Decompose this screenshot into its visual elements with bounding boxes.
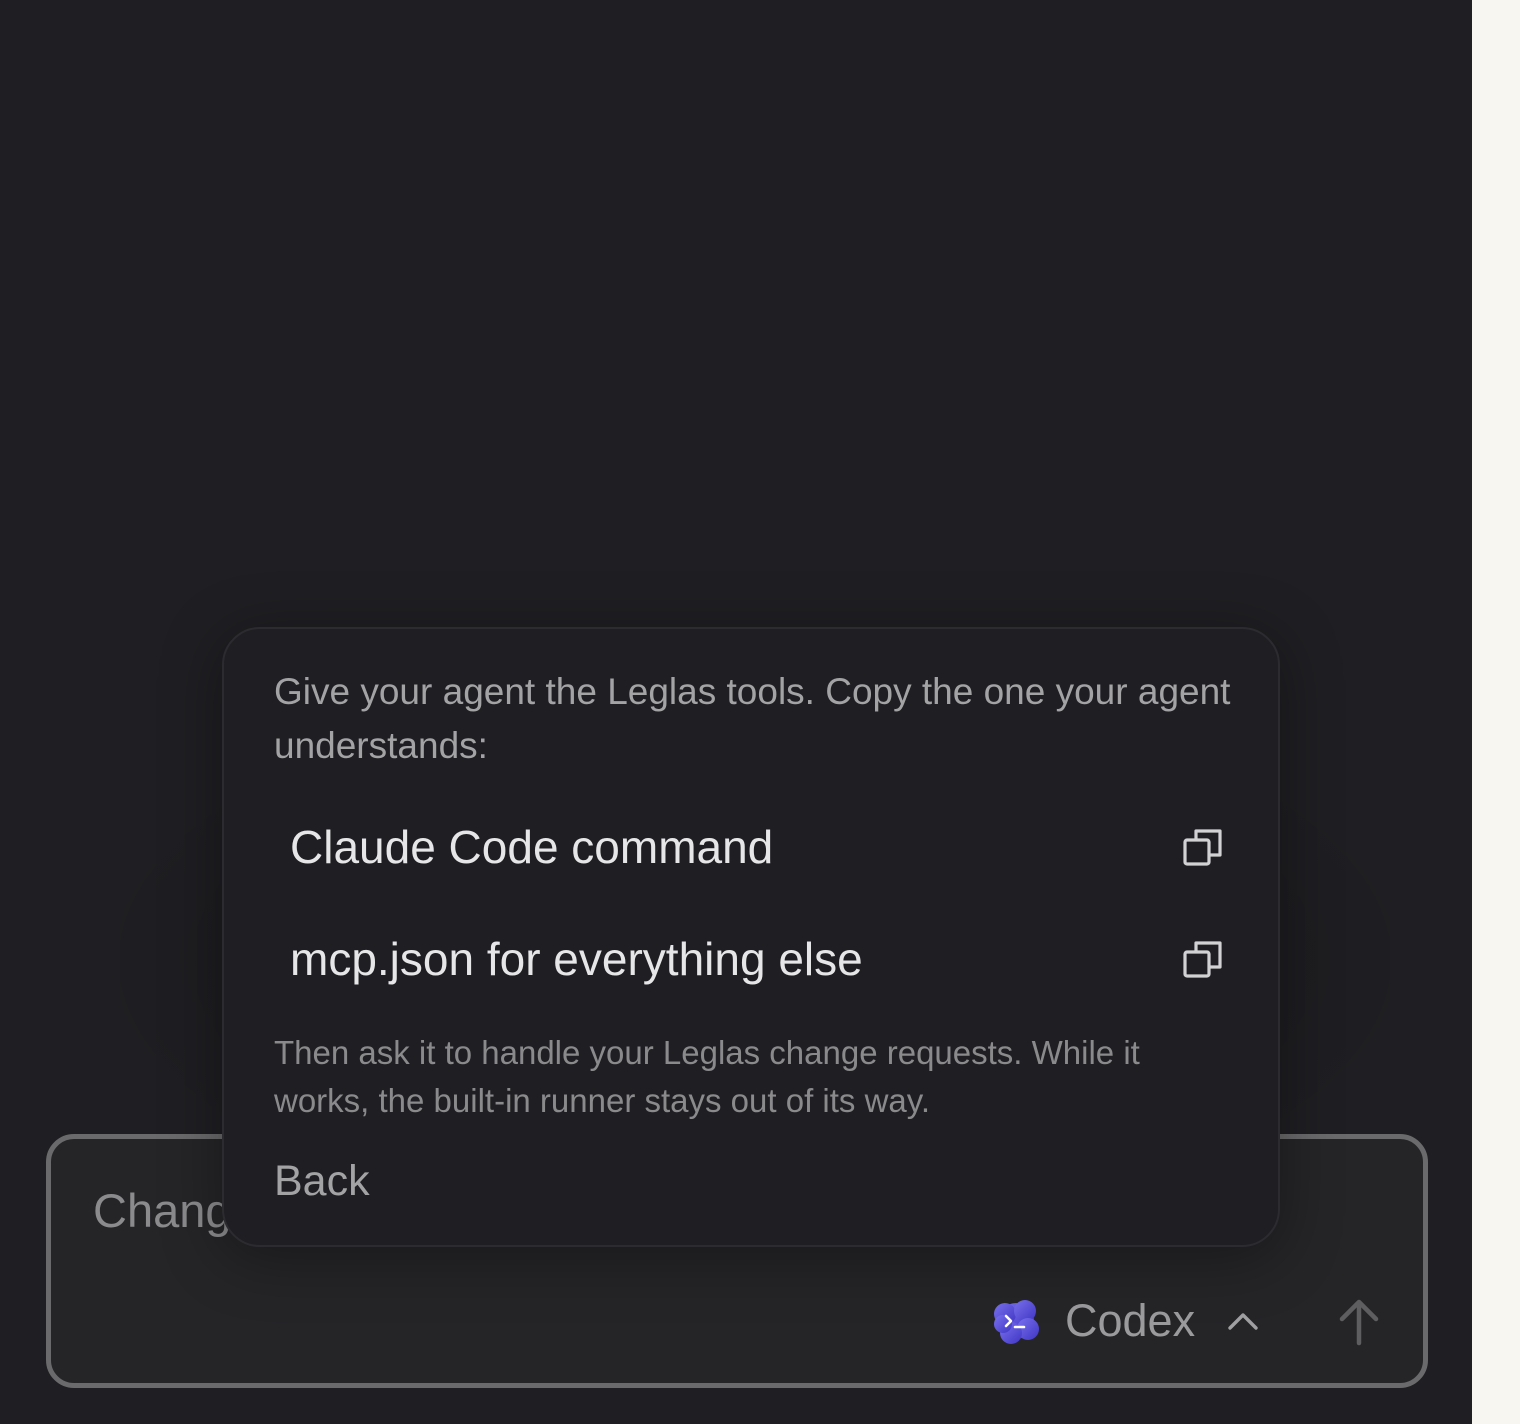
- codex-terminal-icon: [994, 1300, 1039, 1344]
- composer-input[interactable]: Chang: [93, 1183, 232, 1238]
- copy-icon: [1183, 829, 1222, 866]
- agent-selector[interactable]: Codex: [991, 1295, 1261, 1347]
- popover-intro-text: Give your agent the Leglas tools. Copy t…: [274, 671, 1231, 766]
- agent-name: Codex: [1065, 1295, 1196, 1346]
- copy-icon: [1183, 941, 1222, 978]
- copy-option-label: mcp.json for everything else: [290, 933, 863, 985]
- chevron-up-icon: [1228, 1313, 1258, 1330]
- copy-mcp-json[interactable]: mcp.json for everything else: [272, 915, 1232, 1003]
- popover-note-text: Then ask it to handle your Leglas change…: [274, 1034, 1140, 1119]
- main-canvas: Chang Codex Give your agent the Leglas t…: [0, 0, 1472, 1424]
- copy-option-label: Claude Code command: [290, 821, 774, 873]
- arrow-up-icon[interactable]: [1335, 1297, 1383, 1347]
- back-button[interactable]: Back: [274, 1157, 370, 1206]
- agent-tools-popover: Give your agent the Leglas tools. Copy t…: [222, 627, 1280, 1247]
- side-panel-edge: [1472, 0, 1520, 1424]
- copy-claude-code-command[interactable]: Claude Code command: [272, 803, 1232, 891]
